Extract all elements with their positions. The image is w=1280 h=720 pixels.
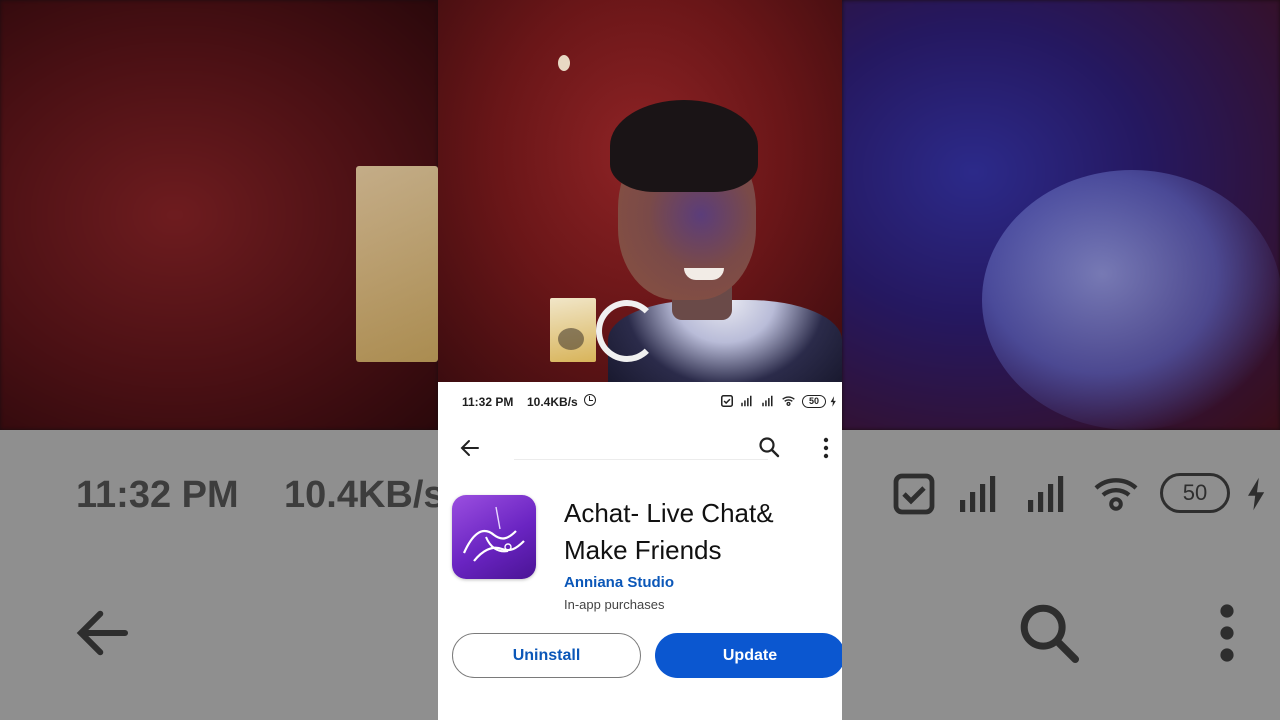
toolbar-divider (514, 459, 768, 460)
background-time-text: 11:32 PM (76, 474, 239, 516)
in-app-purchases-label: In-app purchases (564, 597, 665, 612)
background-right-blur: 50 (842, 0, 1280, 720)
background-checkbox-icon (893, 473, 935, 515)
background-charging-icon (1248, 477, 1265, 511)
background-battery-level: 50 (1182, 480, 1208, 505)
holding-hands-icon (462, 506, 525, 562)
background-speed-text: 10.4KB/s (284, 474, 438, 516)
app-toolbar (438, 422, 842, 474)
video-overlay (438, 0, 842, 400)
status-time: 11:32 PM (462, 395, 514, 409)
arrow-left-icon[interactable] (458, 436, 482, 460)
person-hair (610, 100, 758, 192)
background-poster (356, 166, 438, 362)
ring-light (596, 300, 658, 362)
background-search-icon (1020, 604, 1080, 664)
background-wifi-icon (1094, 478, 1138, 511)
app-icon (452, 495, 536, 579)
checkbox-icon (720, 394, 734, 408)
signal-icon (762, 395, 773, 407)
search-icon[interactable] (757, 435, 781, 459)
play-store-app-page: 11:32 PM 10.4KB/s 50 Achat- Live Chat& M… (438, 382, 842, 720)
charging-icon (830, 396, 836, 407)
status-bar: 11:32 PM 10.4KB/s 50 (438, 382, 842, 422)
wall-spot (558, 55, 570, 71)
background-hood-blur (982, 170, 1280, 430)
background-more-vert-icon (1220, 604, 1234, 662)
signal-icon (741, 395, 752, 407)
battery-icon: 50 (802, 395, 826, 408)
app-title: Achat- Live Chat& Make Friends (564, 498, 774, 565)
phone-screen: 11:32 PM 10.4KB/s 50 Achat- Live Chat& M… (438, 0, 842, 720)
background-signal-icon (1028, 476, 1064, 512)
person-mouth (684, 268, 724, 280)
background-arrow-left-icon (76, 610, 129, 656)
status-network-speed: 10.4KB/s (527, 395, 578, 409)
battery-level: 50 (808, 396, 819, 406)
wifi-icon (782, 396, 795, 406)
background-signal-icon (960, 476, 996, 512)
background-left-blur: 11:32 PM 10.4KB/s (0, 0, 438, 720)
background-battery-icon: 50 (1160, 473, 1230, 513)
wall-poster (550, 298, 596, 362)
developer-link[interactable]: Anniana Studio (564, 574, 674, 591)
update-button[interactable]: Update (655, 633, 842, 678)
clock-icon (584, 394, 596, 406)
uninstall-button[interactable]: Uninstall (452, 633, 641, 678)
more-vert-icon[interactable] (821, 436, 831, 460)
